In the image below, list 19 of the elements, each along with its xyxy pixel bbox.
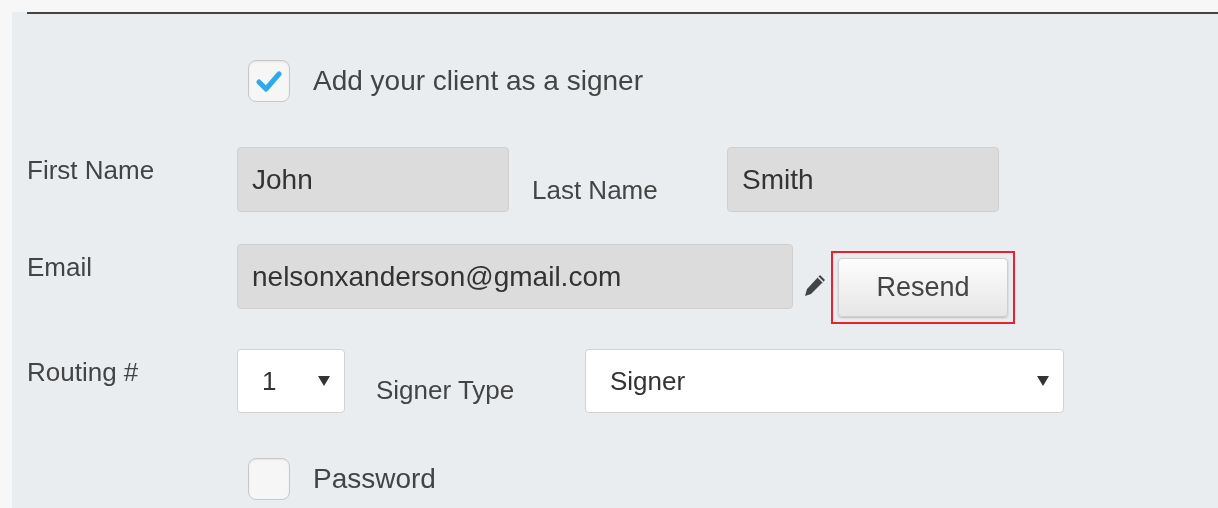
checkbox[interactable] [248,458,290,500]
checkbox-label: Add your client as a signer [313,65,643,97]
input-field[interactable]: John [237,147,509,212]
resend-button[interactable]: Resend [838,258,1008,317]
checkmark-icon [256,70,282,92]
input-field[interactable]: Smith [727,147,999,212]
field-label: Routing # [27,356,140,389]
signer-type-dropdown[interactable]: Signer [585,349,1064,413]
routing-dropdown[interactable]: 1 [237,349,345,413]
pencil-icon[interactable] [802,272,828,298]
caret-icon [1037,375,1049,387]
field-label: Last Name [532,174,659,207]
checkbox-label: Password [313,463,436,495]
field-label: First Name [27,154,156,187]
field-label: Email [27,251,93,284]
field-label: Signer Type [376,374,516,407]
input-field[interactable]: nelsonxanderson@gmail.com [237,244,793,309]
caret-icon [318,375,330,387]
checkbox[interactable] [248,60,290,102]
